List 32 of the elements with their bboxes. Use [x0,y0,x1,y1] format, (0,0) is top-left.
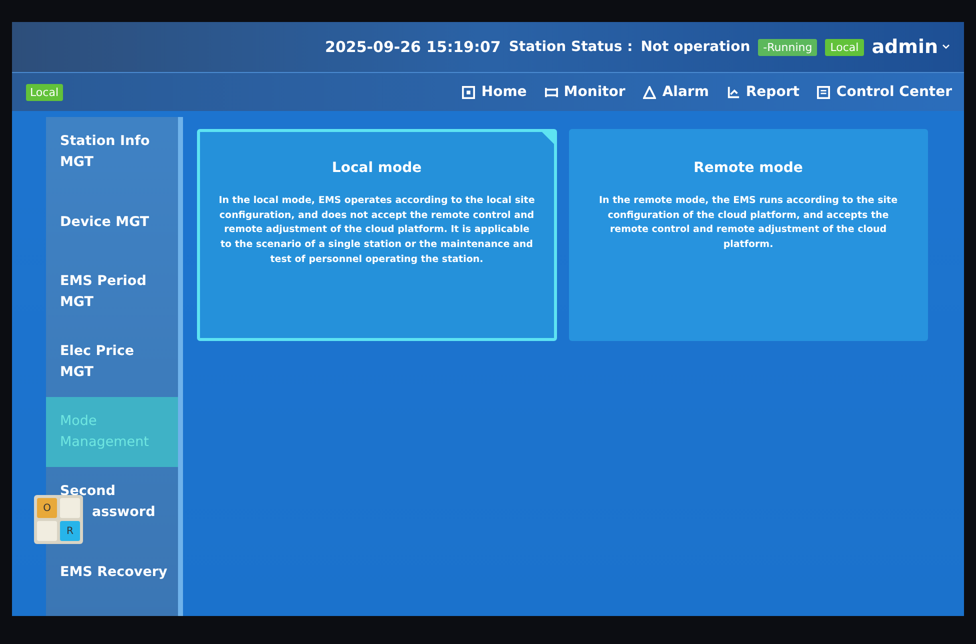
running-badge: -Running [758,38,818,56]
mode-card[interactable] [197,129,556,341]
nav-item[interactable]: Monitor [544,84,626,100]
alarm-icon [643,86,656,98]
mode-badge: Local [825,38,864,56]
sidebar-item[interactable]: Elec Price MGT [46,327,178,397]
nav-item[interactable]: Alarm [643,84,709,100]
mode-description: In the remote mode, the EMS runs according to the site configuration of the cloud platform, and accepts the remote control and remote adjustment of the cloud platform. [598,194,899,252]
widget-key[interactable] [60,498,80,518]
nav-item[interactable]: Control Center [817,84,952,100]
home-icon [462,86,476,98]
report-icon [726,86,740,98]
mode-title: Remote mode [694,160,803,176]
nav-item[interactable]: Report [726,84,800,100]
user-menu[interactable]: admin [872,36,950,58]
mode-description: In the local mode, EMS operates according to the local site configuration, and does not accept the remote control and remote adjustment of the cloud platform. It is applicable to the scenario of a single station or the maintenance and test of personnel operating the station. [218,194,536,267]
status-value: Not operation [640,39,750,55]
mode-title: Local mode [332,160,422,176]
mode-card[interactable]: Remote mode In the remote mode, the EMS runs according to the site configuration of the cloud platform, and accepts the remote control and remote adjustment of the cloud platform. [568,129,928,341]
sidebar-item[interactable]: EMS Period MGT [46,257,178,327]
date-time: 2025-09-26 15:19:07 [325,38,501,56]
widget-key[interactable]: R [60,521,80,541]
sidebar-item[interactable]: Station Info MGT [46,117,178,187]
floating-menu[interactable]: O R [34,495,83,544]
widget-key[interactable]: O [37,498,57,518]
status-label: Station Status : [508,39,633,55]
caret-icon [942,44,950,50]
widget-key[interactable] [37,521,57,541]
control-icon [817,86,830,98]
sidebar-item[interactable]: Device MGT [46,187,178,257]
nav-item[interactable]: Home [462,84,527,100]
mode-tag: Local [26,84,63,100]
